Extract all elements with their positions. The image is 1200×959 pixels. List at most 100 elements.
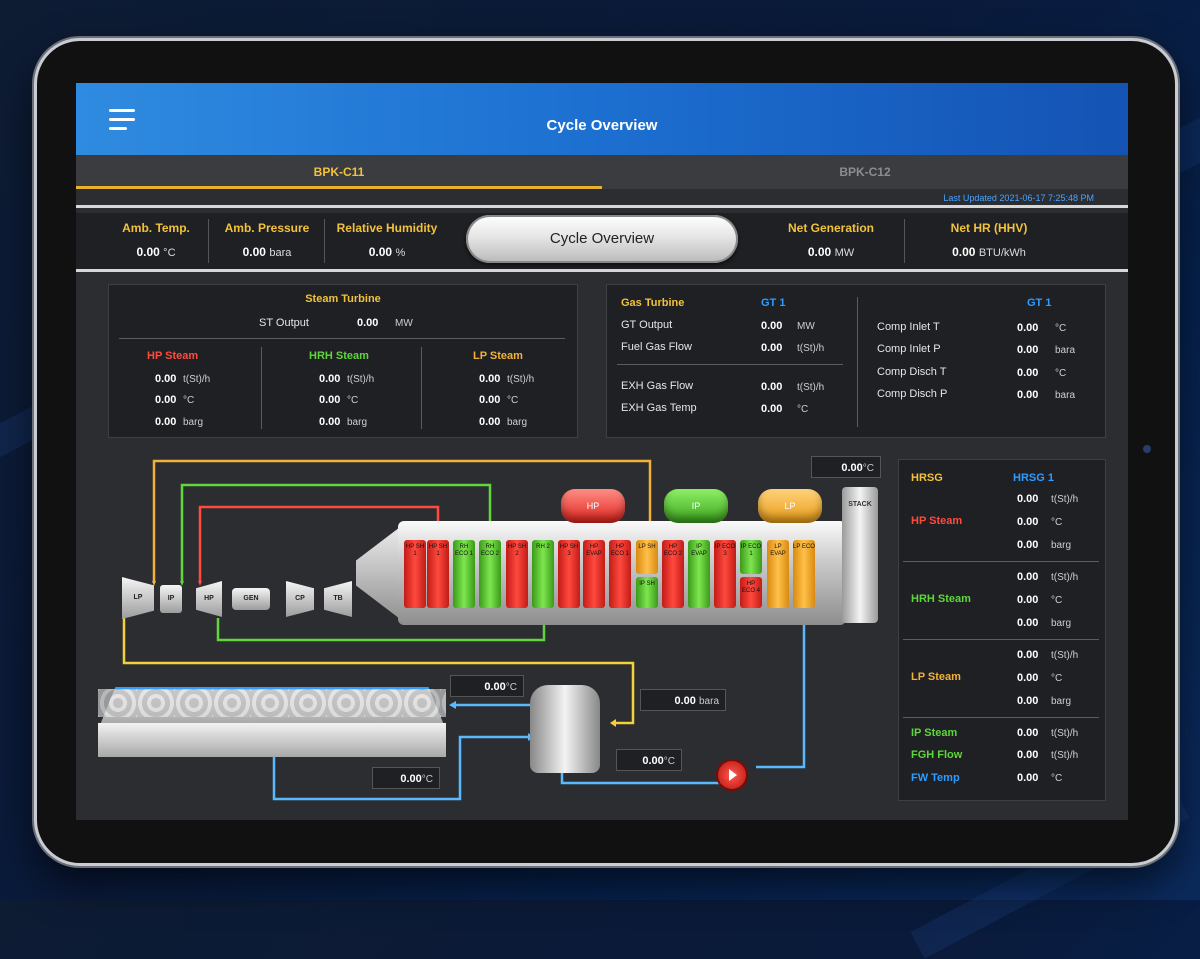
divider (261, 347, 262, 429)
metric-value: 0.00 (952, 245, 976, 259)
value: 0.00 (841, 462, 863, 474)
hrsg-tube-rh-eco-1[interactable]: RH ECO 1 (453, 540, 475, 608)
hrsg-tube-hp-eco-4[interactable]: HP ECO 4 (740, 577, 762, 608)
divider (421, 347, 422, 429)
metric-label: Amb. Pressure (224, 221, 310, 235)
unit: barg (507, 417, 528, 428)
value: 0.00 (1017, 727, 1039, 739)
unit: bara (1055, 345, 1076, 356)
exh-gas-flow-label: EXH Gas Flow (621, 380, 694, 392)
metric-value: 0.00 (136, 245, 160, 259)
unit: bara (1055, 390, 1076, 401)
value: 0.00 (1017, 594, 1039, 606)
gt-unit-name-right: GT 1 (1027, 297, 1052, 309)
divider (904, 219, 905, 263)
comp-inlet-t-value: 0.00 (1017, 322, 1039, 334)
fw-temp-label: FW Temp (911, 772, 960, 784)
condenser-pressure-readout[interactable]: 0.00 bara (640, 689, 726, 711)
hrsg-tube-rh-2[interactable]: RH 2 (532, 540, 554, 608)
metric-unit: °C (163, 247, 176, 259)
ip-steam-label: IP Steam (911, 727, 958, 739)
ip-turbine[interactable]: IP (160, 585, 182, 613)
st-output-label: ST Output (259, 317, 309, 329)
ip-drum[interactable]: IP (664, 489, 728, 523)
hrsg-tube-ip-sh[interactable]: IP SH (636, 577, 658, 608)
hrsg-tube-hp-sh-2[interactable]: HP SH 2 (506, 540, 528, 608)
hrsg-tube-lp-sh[interactable]: LP SH (636, 540, 658, 574)
panel-title: Steam Turbine (305, 293, 381, 305)
divider (903, 639, 1099, 640)
lp-turbine[interactable]: LP (122, 577, 154, 619)
hp-flow-value: 0.00 (155, 373, 177, 385)
condenser-tubes (98, 689, 446, 717)
hrh-flow-value: 0.00 (319, 373, 341, 385)
hp-temp-value: 0.00 (155, 394, 177, 406)
metric-unit: BTU/kWh (978, 247, 1026, 259)
hrsg-tube-hp-eco-2[interactable]: HP ECO 2 (662, 540, 684, 608)
value: 0.00 (642, 755, 664, 767)
pump-temp-readout[interactable]: 0.00°C (616, 749, 682, 771)
hp-drum[interactable]: HP (561, 489, 625, 523)
tab-bpk-c11[interactable]: BPK-C11 (76, 155, 602, 189)
unit: °C (862, 463, 874, 474)
value: 0.00 (1017, 672, 1039, 684)
hrsg-tube-hp-eco-1[interactable]: HP ECO 1 (609, 540, 631, 608)
unit: barg (1051, 696, 1072, 707)
unit: t(St)/h (797, 343, 825, 354)
divider (76, 205, 1128, 208)
hrsg-tube-hp-sh-3[interactable]: HP SH 3 (558, 540, 580, 608)
hrsg-tube-hp-evap[interactable]: HP EVAP (583, 540, 605, 608)
metric-net-hr: Net HR (HHV) 0.00 BTU/kWh (906, 213, 1072, 269)
generator[interactable]: GEN (232, 588, 270, 610)
metric-amb-temp: Amb. Temp. 0.00 °C (96, 213, 216, 269)
gas-turbine[interactable]: TB (324, 581, 352, 617)
panel-title: Gas Turbine (621, 297, 685, 309)
lp-drum[interactable]: LP (758, 489, 822, 523)
unit: MW (797, 321, 815, 332)
hrsg-tube-hp-sh-1b[interactable]: HP SH 1 (427, 540, 449, 608)
metric-humidity: Relative Humidity 0.00 % (326, 213, 448, 269)
panel-title: HRSG (911, 472, 943, 484)
unit: t(St)/h (347, 374, 375, 385)
condenser-temp-readout[interactable]: 0.00°C (450, 675, 524, 697)
unit: °C (1051, 517, 1063, 528)
st-output-unit: MW (395, 318, 413, 329)
compressor[interactable]: CP (286, 581, 314, 617)
hrsg-tube-ip-eco-1[interactable]: IP ECO 1 (740, 540, 762, 574)
metric-label: Relative Humidity (336, 221, 438, 235)
unit: t(St)/h (1051, 750, 1079, 761)
unit: °C (1055, 368, 1067, 379)
hrsg-tube-lp-eco[interactable]: LP ECO (793, 540, 815, 608)
st-output-value: 0.00 (357, 317, 379, 329)
metric-net-generation: Net Generation 0.00 MW (766, 213, 896, 269)
hrsg-unit-name: HRSG 1 (1013, 472, 1054, 484)
stack-temp-readout[interactable]: 0.00°C (811, 456, 881, 478)
hrsg-tube-rh-eco-2[interactable]: RH ECO 2 (479, 540, 501, 608)
value: 0.00 (1017, 772, 1039, 784)
divider (903, 717, 1099, 718)
hrsg-tube-ip-evap[interactable]: IP EVAP (688, 540, 710, 608)
value: 0.00 (1017, 695, 1039, 707)
hrsg-tube-hp-eco-3[interactable]: IP ECO 3 (714, 540, 736, 608)
unit: °C (505, 682, 517, 693)
unit: °C (421, 774, 433, 785)
hrsg-tube-lp-evap[interactable]: LP EVAP (767, 540, 789, 608)
hp-turbine[interactable]: HP (196, 581, 222, 617)
unit: °C (347, 395, 359, 406)
hp-pressure-value: 0.00 (155, 416, 177, 428)
value: 0.00 (1017, 617, 1039, 629)
lp-steam-label: LP Steam (473, 350, 523, 362)
cooling-water-temp-readout[interactable]: 0.00°C (372, 767, 440, 789)
page-title: Cycle Overview (546, 117, 658, 134)
unit: °C (1051, 773, 1063, 784)
hrh-temp-value: 0.00 (319, 394, 341, 406)
tab-bpk-c12[interactable]: BPK-C12 (602, 155, 1128, 189)
hrsg-tube-hp-sh-1a[interactable]: HP SH 1 (404, 540, 426, 608)
metric-value: 0.00 (807, 245, 832, 259)
feed-pump-icon[interactable] (718, 761, 746, 789)
cycle-overview-button[interactable]: Cycle Overview (466, 215, 738, 263)
condenser-body[interactable] (98, 723, 446, 757)
unit: °C (507, 395, 519, 406)
value: 0.00 (1017, 649, 1039, 661)
hotwell-tank[interactable] (530, 685, 600, 773)
